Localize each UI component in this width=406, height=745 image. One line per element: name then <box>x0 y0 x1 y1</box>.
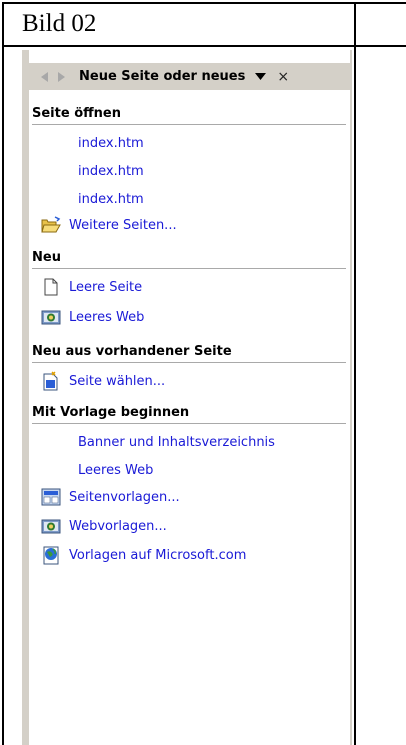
blank-web-label: Leeres Web <box>69 309 145 325</box>
page-templates-link[interactable]: Seitenvorlagen... <box>41 485 180 509</box>
caption-row: Bild 02 <box>4 4 406 47</box>
recent-template-link[interactable]: Banner und Inhaltsverzeichnis <box>78 430 275 454</box>
globe-icon <box>41 545 61 565</box>
forward-arrow-icon[interactable] <box>53 68 71 86</box>
microsoft-templates-link[interactable]: Vorlagen auf Microsoft.com <box>41 543 246 567</box>
section-open-heading: Seite öffnen <box>32 105 346 125</box>
task-pane-header: Neue Seite oder neues × <box>29 63 350 90</box>
microsoft-templates-label: Vorlagen auf Microsoft.com <box>69 547 247 563</box>
section-new-heading: Neu <box>32 249 346 269</box>
web-templates-link[interactable]: Webvorlagen... <box>41 514 167 538</box>
web-templates-label: Webvorlagen... <box>69 518 167 534</box>
table-divider <box>354 45 356 745</box>
figure-caption: Bild 02 <box>4 4 356 45</box>
web-template-icon <box>41 516 61 536</box>
close-icon[interactable]: × <box>277 70 289 84</box>
choose-page-icon <box>41 371 61 391</box>
more-pages-label: Weitere Seiten... <box>69 217 177 233</box>
recent-file-link[interactable]: index.htm <box>78 187 144 211</box>
recent-file-link[interactable]: index.htm <box>78 131 144 155</box>
task-pane: Neue Seite oder neues × Seite öffnen ind… <box>22 50 352 745</box>
blank-page-label: Leere Seite <box>69 279 143 295</box>
web-folder-icon <box>41 307 61 327</box>
recent-template-link[interactable]: Leeres Web <box>78 458 153 482</box>
choose-page-link[interactable]: Seite wählen... <box>41 369 165 393</box>
task-pane-title: Neue Seite oder neues <box>79 69 246 84</box>
choose-page-label: Seite wählen... <box>69 373 166 389</box>
back-arrow-icon[interactable] <box>35 68 53 86</box>
more-pages-link[interactable]: Weitere Seiten... <box>41 213 177 237</box>
open-folder-icon <box>41 215 61 235</box>
blank-page-icon <box>41 277 61 297</box>
blank-web-link[interactable]: Leeres Web <box>41 305 144 329</box>
recent-file-link[interactable]: index.htm <box>78 159 144 183</box>
page-templates-label: Seitenvorlagen... <box>69 489 180 505</box>
chevron-down-icon[interactable] <box>253 70 267 84</box>
section-template-heading: Mit Vorlage beginnen <box>32 404 346 424</box>
document-frame: Bild 02 Neue Seite oder neues × Seite öf… <box>2 2 406 745</box>
section-existing-heading: Neu aus vorhandener Seite <box>32 343 346 363</box>
page-template-icon <box>41 487 61 507</box>
blank-page-link[interactable]: Leere Seite <box>41 275 142 299</box>
